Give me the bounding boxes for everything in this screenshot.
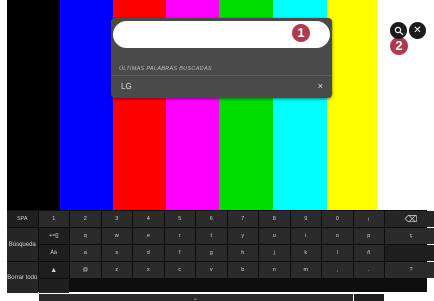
close-button[interactable]: ✕: [409, 22, 426, 39]
key[interactable]: 8: [259, 211, 290, 227]
key[interactable]: c: [164, 262, 195, 278]
clear-all-key[interactable]: Borrar todo: [7, 262, 38, 293]
key[interactable]: g: [196, 245, 227, 261]
virtual-keyboard: SPA 1 2 3 4 5 6 7 8 9 0 ¡ ⌫ +=[] q w e r…: [7, 210, 434, 301]
key[interactable]: 4: [133, 211, 164, 227]
key[interactable]: 6: [196, 211, 227, 227]
key[interactable]: 2: [70, 211, 101, 227]
key-blank-left: [38, 279, 69, 293]
color-bar-black: [7, 0, 60, 210]
key[interactable]: l: [322, 245, 353, 261]
key[interactable]: ?: [385, 262, 434, 278]
key[interactable]: 3: [101, 211, 132, 227]
key[interactable]: j: [259, 245, 290, 261]
key[interactable]: d: [133, 245, 164, 261]
backspace-icon: ⌫: [404, 213, 418, 224]
key[interactable]: ¡: [353, 211, 384, 227]
key[interactable]: r: [164, 228, 195, 244]
shift-key[interactable]: ▲: [38, 262, 69, 278]
color-bar-yellow: [327, 0, 377, 210]
backspace-key[interactable]: ⌫: [385, 211, 434, 227]
key[interactable]: u: [259, 228, 290, 244]
key[interactable]: 7: [227, 211, 258, 227]
search-settings-button[interactable]: [390, 22, 407, 39]
recent-search-text: LG: [121, 82, 132, 91]
key[interactable]: q: [70, 228, 101, 244]
key-blank-right: [353, 294, 384, 301]
key-language[interactable]: SPA: [7, 211, 38, 227]
color-bar-blue: [60, 0, 113, 210]
key[interactable]: s: [101, 245, 132, 261]
key[interactable]: k: [290, 245, 321, 261]
key-symbols[interactable]: +=[]: [38, 228, 69, 244]
search-key[interactable]: Búsqueda: [7, 228, 38, 261]
key[interactable]: 5: [164, 211, 195, 227]
key[interactable]: w: [101, 228, 132, 244]
key[interactable]: v: [196, 262, 227, 278]
recent-search-delete[interactable]: ×: [318, 81, 323, 91]
key[interactable]: n: [259, 262, 290, 278]
key[interactable]: z: [101, 262, 132, 278]
space-key[interactable]: ⎵: [38, 294, 353, 301]
key[interactable]: ñ: [353, 245, 384, 261]
key[interactable]: i: [290, 228, 321, 244]
search-settings-icon: [394, 26, 403, 35]
key[interactable]: e: [133, 228, 164, 244]
key[interactable]: f: [164, 245, 195, 261]
close-icon: ✕: [413, 24, 422, 36]
key[interactable]: @: [70, 262, 101, 278]
key[interactable]: 9: [290, 211, 321, 227]
key-blank: [385, 245, 434, 261]
key[interactable]: ,: [322, 262, 353, 278]
key[interactable]: p: [353, 228, 384, 244]
key[interactable]: h: [227, 245, 258, 261]
key[interactable]: .: [353, 262, 384, 278]
key[interactable]: y: [227, 228, 258, 244]
key[interactable]: ç: [385, 228, 434, 244]
callout-badge-2: 2: [390, 37, 408, 55]
key[interactable]: m: [290, 262, 321, 278]
key[interactable]: o: [322, 228, 353, 244]
key[interactable]: 0: [322, 211, 353, 227]
key[interactable]: 1: [38, 211, 69, 227]
recent-search-item[interactable]: LG ×: [111, 75, 332, 98]
key[interactable]: x: [133, 262, 164, 278]
recent-searches-title: ÚLTIMAS PALABRAS BUSCADAS: [119, 66, 212, 72]
key-accents[interactable]: Àà: [38, 245, 69, 261]
key[interactable]: b: [227, 262, 258, 278]
key[interactable]: t: [196, 228, 227, 244]
callout-badge-1: 1: [292, 24, 310, 42]
key[interactable]: a: [70, 245, 101, 261]
